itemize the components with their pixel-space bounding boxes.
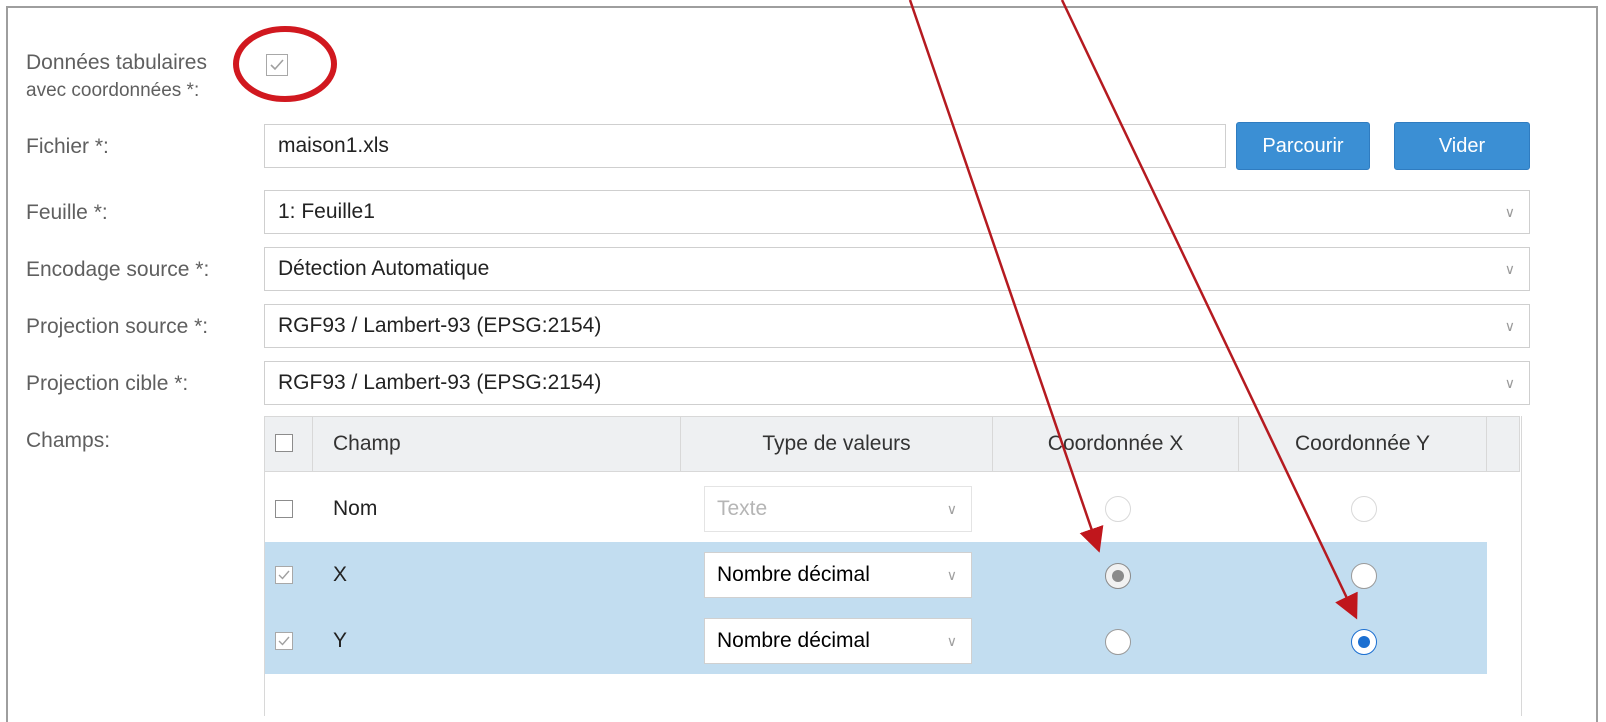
fields-label: Champs: xyxy=(26,429,111,452)
x-coordinate-radio[interactable] xyxy=(1105,629,1131,655)
value-type-value: Texte xyxy=(717,497,768,520)
chevron-down-icon: ∨ xyxy=(1504,375,1515,391)
chevron-down-icon: ∨ xyxy=(946,567,957,583)
header-x[interactable]: Coordonnée X xyxy=(993,417,1239,471)
field-name: Nom xyxy=(333,497,378,520)
checkmark-icon xyxy=(278,570,290,580)
value-type-select[interactable]: Nombre décimal ∨ xyxy=(704,552,972,598)
value-type-select: Texte ∨ xyxy=(704,486,972,532)
sheet-select[interactable]: 1: Feuille1 ∨ xyxy=(264,190,1530,234)
chevron-down-icon: ∨ xyxy=(946,633,957,649)
file-value: maison1.xls xyxy=(278,134,389,157)
chevron-down-icon: ∨ xyxy=(1504,261,1515,277)
chevron-down-icon: ∨ xyxy=(946,501,957,517)
table-row[interactable]: Y Nombre décimal ∨ xyxy=(265,608,1487,674)
y-coordinate-radio xyxy=(1351,496,1377,522)
select-all-checkbox[interactable] xyxy=(275,434,293,452)
target-projection-label: Projection cible *: xyxy=(26,372,189,395)
table-row[interactable]: X Nombre décimal ∨ xyxy=(265,542,1487,608)
tabular-data-label-line2: avec coordonnées *: xyxy=(26,80,200,101)
checkmark-icon xyxy=(270,59,284,71)
source-projection-label: Projection source *: xyxy=(26,315,209,338)
target-projection-select[interactable]: RGF93 / Lambert-93 (EPSG:2154) ∨ xyxy=(264,361,1530,405)
encoding-select[interactable]: Détection Automatique ∨ xyxy=(264,247,1530,291)
header-y[interactable]: Coordonnée Y xyxy=(1239,417,1487,471)
source-projection-value: RGF93 / Lambert-93 (EPSG:2154) xyxy=(278,314,602,337)
target-projection-value: RGF93 / Lambert-93 (EPSG:2154) xyxy=(278,371,602,394)
table-header: Champ Type de valeurs Coordonnée X Coord… xyxy=(264,416,1520,472)
table-row[interactable]: Nom Texte ∨ xyxy=(265,476,1487,542)
chevron-down-icon: ∨ xyxy=(1504,318,1515,334)
browse-button[interactable]: Parcourir xyxy=(1236,122,1370,170)
tabular-data-label-line1: Données tabulaires xyxy=(26,51,207,74)
value-type-value: Nombre décimal xyxy=(717,563,870,586)
field-name: Y xyxy=(333,629,348,652)
header-field[interactable]: Champ xyxy=(313,417,681,471)
sheet-value: 1: Feuille1 xyxy=(278,200,375,223)
sheet-label: Feuille *: xyxy=(26,201,108,224)
encoding-label: Encodage source *: xyxy=(26,258,210,281)
file-label: Fichier *: xyxy=(26,135,109,158)
header-type[interactable]: Type de valeurs xyxy=(681,417,993,471)
x-coordinate-radio[interactable] xyxy=(1105,563,1131,589)
y-coordinate-radio[interactable] xyxy=(1351,563,1377,589)
field-name: X xyxy=(333,563,348,586)
clear-button[interactable]: Vider xyxy=(1394,122,1530,170)
file-input[interactable]: maison1.xls xyxy=(264,124,1226,168)
encoding-value: Détection Automatique xyxy=(278,257,490,280)
row-checkbox[interactable] xyxy=(275,566,293,584)
value-type-value: Nombre décimal xyxy=(717,629,870,652)
chevron-down-icon: ∨ xyxy=(1504,204,1515,220)
row-checkbox[interactable] xyxy=(275,632,293,650)
checkmark-icon xyxy=(278,636,290,646)
tabular-data-checkbox[interactable] xyxy=(266,54,288,76)
value-type-select[interactable]: Nombre décimal ∨ xyxy=(704,618,972,664)
source-projection-select[interactable]: RGF93 / Lambert-93 (EPSG:2154) ∨ xyxy=(264,304,1530,348)
x-coordinate-radio xyxy=(1105,496,1131,522)
y-coordinate-radio[interactable] xyxy=(1351,629,1377,655)
row-checkbox[interactable] xyxy=(275,500,293,518)
